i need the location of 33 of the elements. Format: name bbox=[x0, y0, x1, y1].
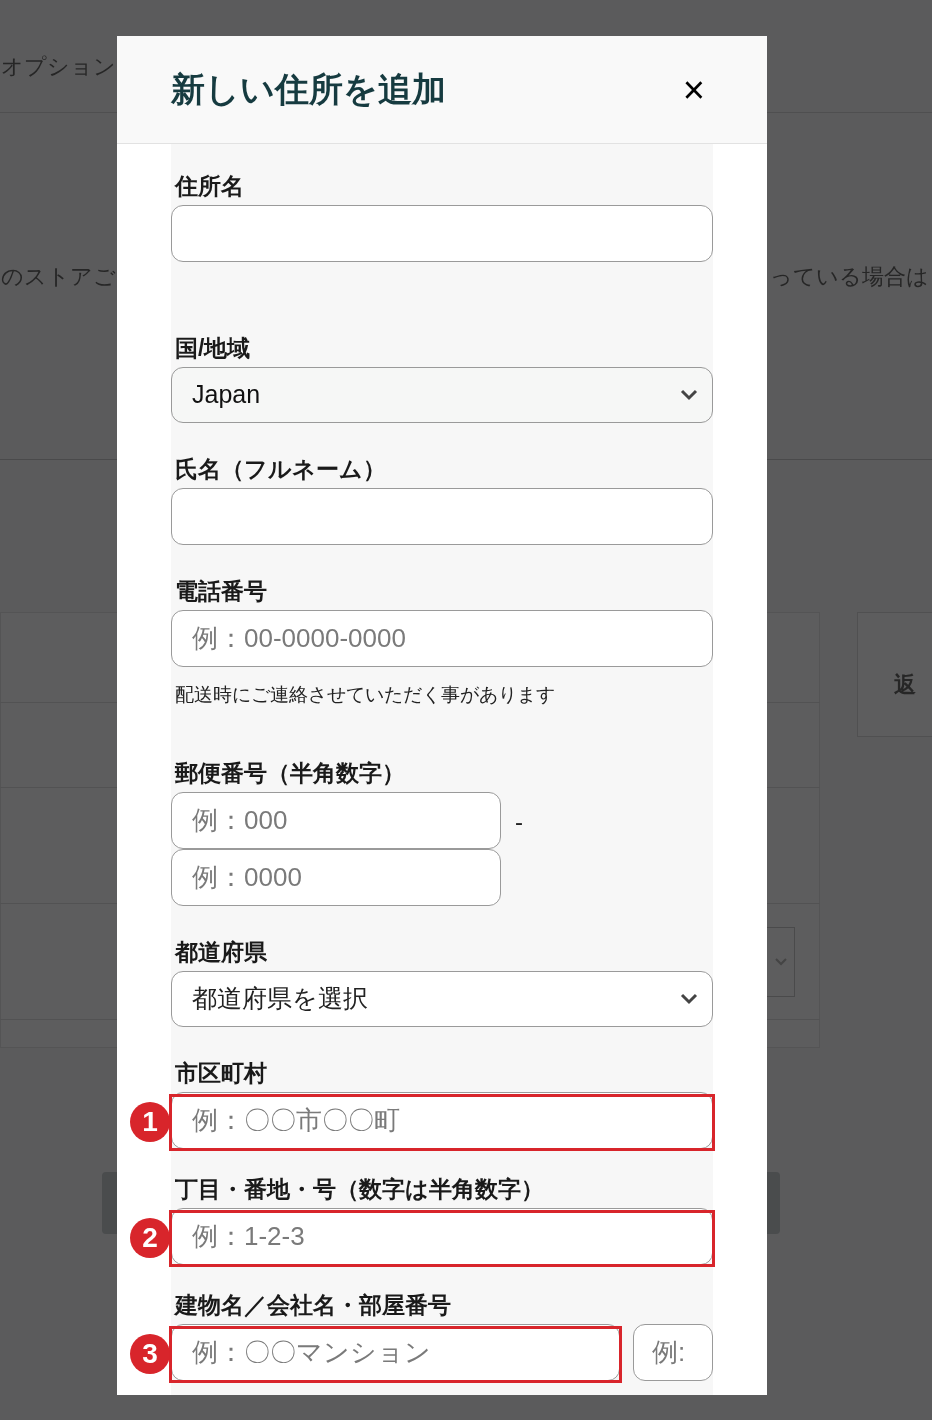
background-text: 返 bbox=[894, 671, 916, 699]
close-button[interactable]: × bbox=[682, 70, 705, 109]
field-label: 国/地域 bbox=[174, 334, 252, 362]
chevron-down-icon bbox=[774, 957, 788, 967]
step-number: 2 bbox=[130, 1217, 170, 1258]
input-field[interactable]: 例: bbox=[633, 1323, 713, 1381]
step-number: 1 bbox=[130, 1101, 170, 1142]
field-label: 都道府県 bbox=[173, 937, 268, 966]
select-field[interactable]: 都道府県を選択 bbox=[171, 970, 713, 1027]
step-number: 3 bbox=[130, 1333, 170, 1374]
field-label: 建物名／会社名・部屋番号 bbox=[173, 1290, 452, 1319]
input-field[interactable] bbox=[171, 488, 713, 545]
chevron-down-icon bbox=[680, 389, 698, 401]
input-field[interactable]: 例：1-2-3 bbox=[171, 1207, 713, 1265]
field-label: 住所名 bbox=[173, 172, 245, 200]
input-field[interactable] bbox=[171, 205, 713, 262]
chevron-down-icon bbox=[680, 992, 698, 1005]
input-field[interactable]: 例：000 bbox=[171, 791, 501, 849]
field-label: 市区町村 bbox=[174, 1058, 268, 1087]
field-label: 氏名（フルネーム） bbox=[174, 455, 387, 483]
input-field[interactable]: 例：0000 bbox=[171, 848, 501, 906]
separator-dash: - bbox=[515, 806, 523, 837]
dialog-title: 新しい住所を追加 bbox=[171, 69, 446, 110]
input-field[interactable]: 例：〇〇市〇〇町 bbox=[171, 1091, 713, 1149]
select-value: Japan bbox=[192, 379, 261, 411]
select-field[interactable]: Japan bbox=[171, 367, 713, 423]
field-label: 電話番号 bbox=[174, 577, 268, 605]
field-label: 郵便番号（半角数字） bbox=[173, 758, 406, 787]
select-value: 都道府県を選択 bbox=[192, 982, 368, 1014]
field-label: 丁目・番地・号（数字は半角数字） bbox=[174, 1174, 545, 1203]
input-field[interactable]: 例：00-0000-0000 bbox=[171, 610, 713, 667]
hint-text: 配送時にご連絡させていただく事があります bbox=[174, 683, 556, 707]
input-field[interactable]: 例：〇〇マンション bbox=[171, 1323, 620, 1381]
